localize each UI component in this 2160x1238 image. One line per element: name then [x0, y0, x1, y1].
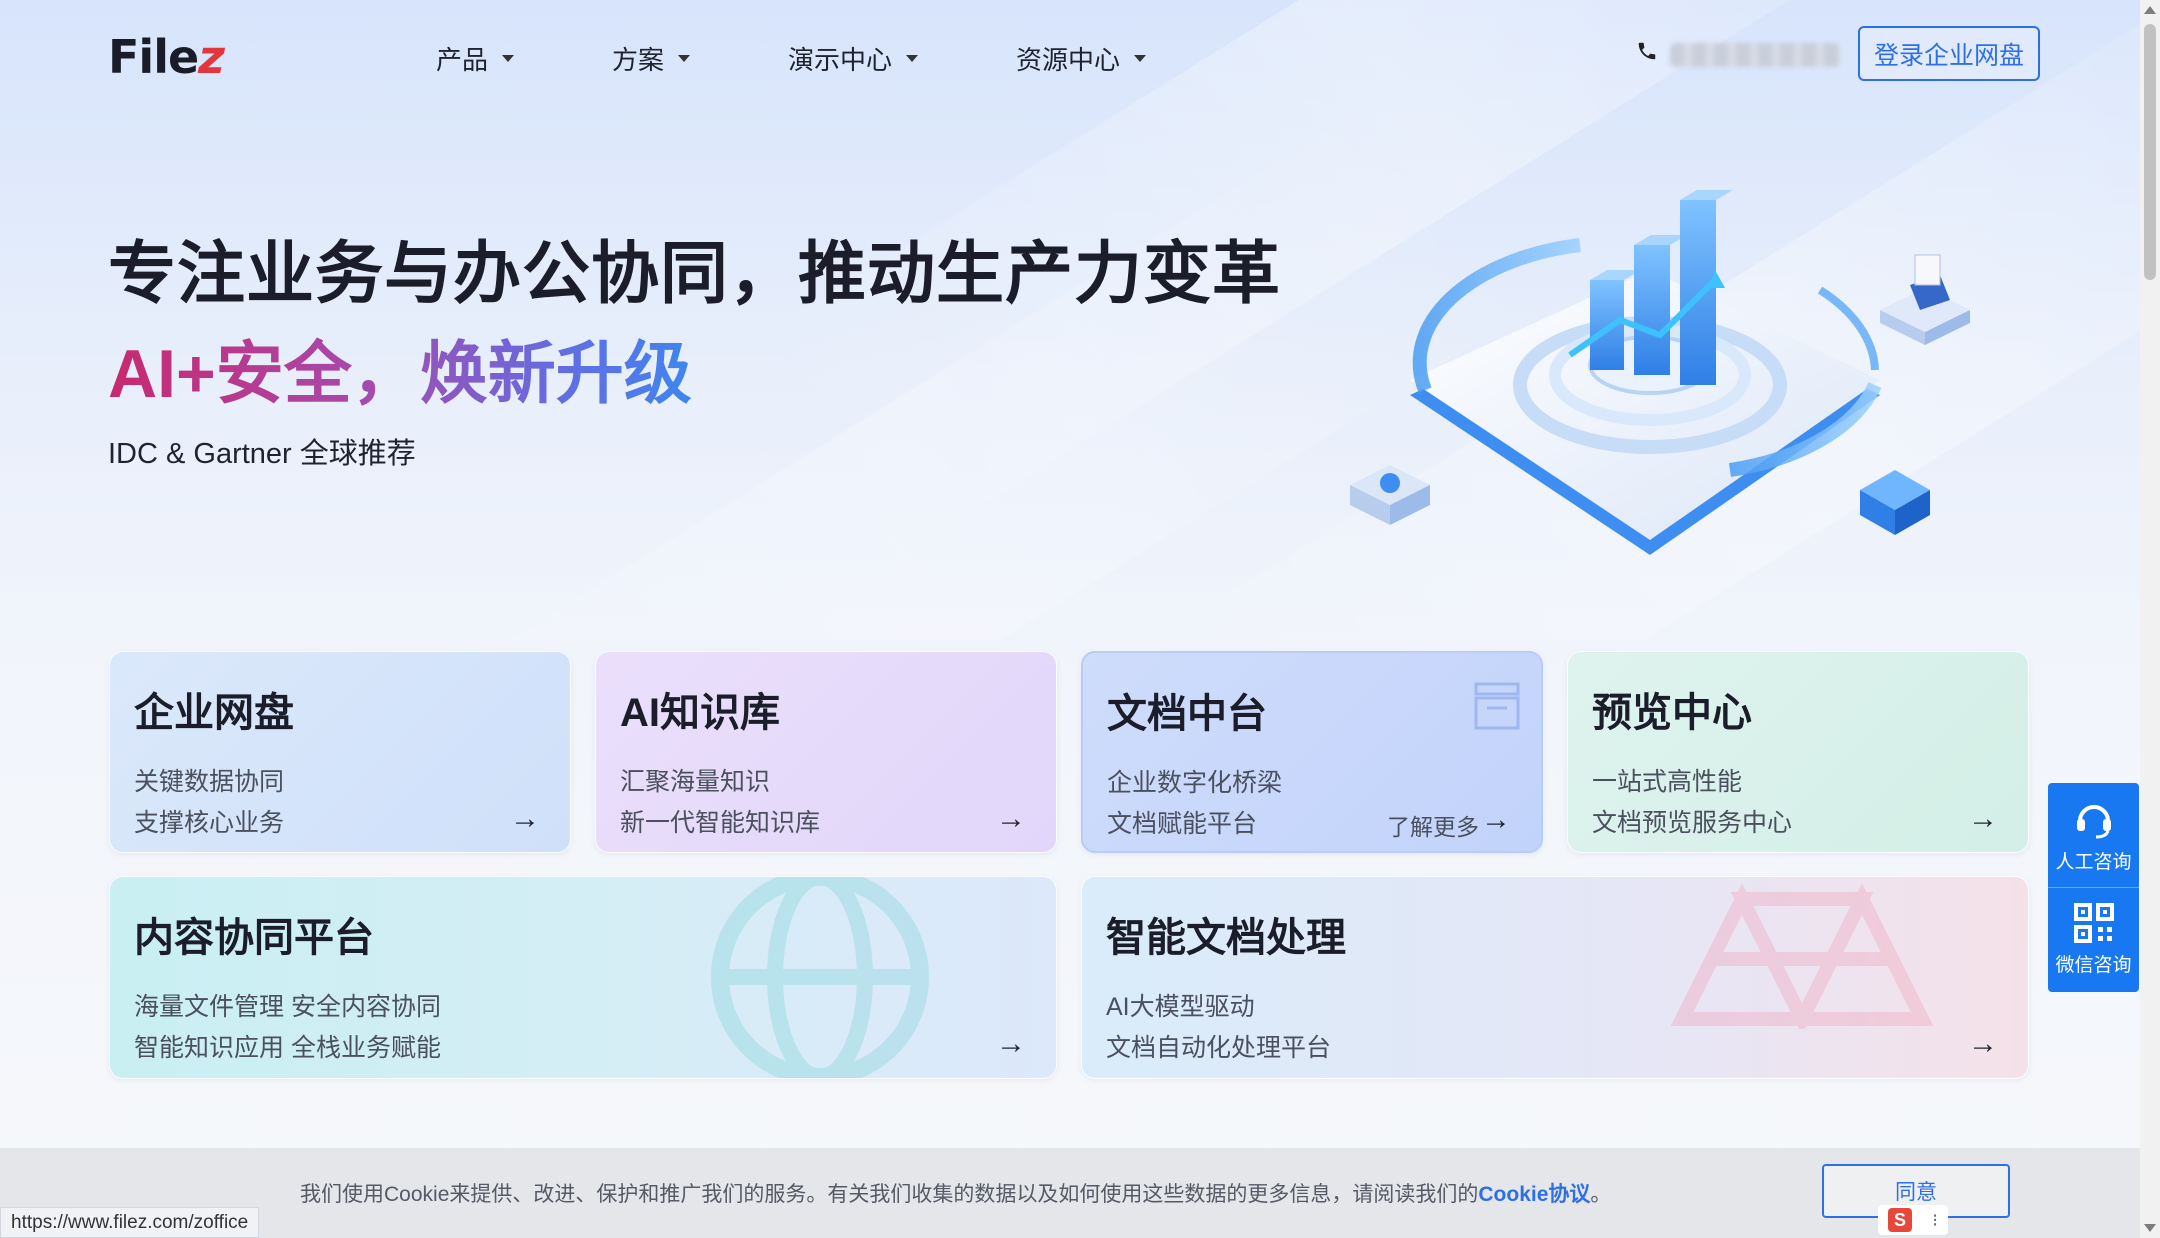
hero-note: IDC & Gartner 全球推荐 [108, 438, 416, 470]
card-intelligent-document-processing[interactable]: 智能文档处理 AI大模型驱动 文档自动化处理平台 → [1081, 876, 2029, 1079]
card-desc-line1: 海量文件管理 安全内容协同 [134, 993, 441, 1021]
status-bar-url: https://www.filez.com/zoffice [0, 1207, 260, 1238]
chevron-down-icon [678, 55, 691, 62]
cookie-banner: 我们使用Cookie来提供、改进、保护和推广我们的服务。有关我们收集的数据以及如… [0, 1148, 2140, 1238]
card-preview-center[interactable]: 预览中心 一站式高性能 文档预览服务中心 → [1567, 651, 2029, 853]
nav-label: 方案 [612, 45, 665, 75]
card-desc-line2: 文档自动化处理平台 [1106, 1034, 1332, 1062]
hero-subtitle: AI+安全，焕新升级 [108, 318, 692, 417]
chevron-down-icon [906, 55, 919, 62]
wechat-consult-button[interactable]: 微信咨询 [2048, 887, 2139, 991]
arrow-right-icon[interactable]: → [996, 1027, 1026, 1061]
card-title: AI知识库 [620, 691, 780, 735]
qr-code-icon [2073, 903, 2114, 943]
top-header: Filez 产品 方案 演示中心 资源中心 登录企业网盘 [0, 0, 2140, 115]
hero-title: 专注业务与办公协同，推动生产力变革 [108, 236, 1282, 312]
card-desc-line1: 汇聚海量知识 [620, 768, 771, 796]
nav-resource-center[interactable]: 资源中心 [1016, 40, 1147, 77]
human-consult-button[interactable]: 人工咨询 [2048, 783, 2139, 887]
card-desc-line1: 企业数字化桥梁 [1107, 769, 1283, 797]
chevron-down-icon [502, 55, 515, 62]
arrow-right-icon[interactable]: → [996, 802, 1026, 836]
page-scrollbar[interactable] [2140, 0, 2160, 1238]
cookie-notice-text: 我们使用Cookie来提供、改进、保护和推广我们的服务。有关我们收集的数据以及如… [300, 1183, 1612, 1206]
card-desc-line1: 关键数据协同 [134, 768, 285, 796]
card-title: 预览中心 [1592, 691, 1752, 735]
chevron-down-icon [1134, 55, 1147, 62]
main-nav: 产品 方案 演示中心 资源中心 [436, 40, 1147, 77]
card-title: 智能文档处理 [1106, 916, 1346, 960]
nav-label: 产品 [436, 45, 489, 75]
card-desc-line2: 支撑核心业务 [134, 809, 285, 837]
card-desc-line2: 新一代智能知识库 [620, 809, 821, 837]
card-desc-line1: 一站式高性能 [1592, 768, 1743, 796]
side-consult-panel: 人工咨询 微信咨询 [2048, 783, 2139, 992]
arrow-right-icon[interactable]: → [510, 802, 540, 836]
phone-contact[interactable] [1636, 40, 1840, 69]
card-title: 文档中台 [1107, 692, 1267, 736]
human-consult-label: 人工咨询 [2055, 851, 2132, 873]
arrow-right-icon[interactable]: → [1968, 802, 1998, 836]
wechat-consult-label: 微信咨询 [2055, 955, 2132, 976]
input-method-indicator[interactable]: S ⁝ [1878, 1205, 1948, 1235]
archive-box-icon [1474, 682, 1520, 730]
card-content-collaboration-platform[interactable]: 内容协同平台 海量文件管理 安全内容协同 智能知识应用 全栈业务赋能 → [109, 876, 1057, 1079]
card-desc-line2: 文档预览服务中心 [1592, 809, 1793, 837]
arrow-right-icon[interactable]: → [1968, 1027, 1998, 1061]
card-title: 内容协同平台 [134, 916, 374, 960]
headset-icon [2076, 804, 2111, 838]
filez-logo[interactable]: Filez [108, 30, 225, 84]
scroll-up-arrow-icon[interactable] [2144, 6, 2156, 14]
card-desc-line1: AI大模型驱动 [1106, 993, 1255, 1021]
learn-more-link[interactable]: 了解更多 [1387, 808, 1479, 842]
card-document-middle-platform[interactable]: 文档中台 企业数字化桥梁 文档赋能平台 了解更多 → [1081, 651, 1543, 853]
card-title: 企业网盘 [134, 691, 294, 735]
lattice-pattern-icon [1670, 883, 1934, 1029]
nav-label: 演示中心 [788, 45, 893, 75]
phone-icon [1636, 40, 1660, 69]
login-enterprise-drive-button[interactable]: 登录企业网盘 [1858, 26, 2040, 81]
card-desc-line2: 智能知识应用 全栈业务赋能 [134, 1034, 441, 1062]
globe-icon [711, 877, 929, 1078]
nav-label: 资源中心 [1016, 45, 1121, 75]
ime-dots-icon: ⁝ [1932, 1209, 1938, 1230]
scroll-down-arrow-icon[interactable] [2144, 1224, 2156, 1232]
nav-products[interactable]: 产品 [436, 40, 515, 77]
card-desc-line2: 文档赋能平台 [1107, 810, 1258, 838]
cookie-policy-link[interactable]: Cookie协议 [1478, 1183, 1590, 1206]
hero-illustration [1350, 190, 1970, 555]
sogou-ime-icon: S [1888, 1208, 1913, 1232]
card-ai-knowledge-base[interactable]: AI知识库 汇聚海量知识 新一代智能知识库 → [595, 651, 1057, 853]
nav-demo-center[interactable]: 演示中心 [788, 40, 919, 77]
arrow-right-icon[interactable]: → [1481, 803, 1511, 837]
phone-number-redacted [1670, 42, 1840, 67]
card-enterprise-drive[interactable]: 企业网盘 关键数据协同 支撑核心业务 → [109, 651, 571, 853]
scrollbar-thumb[interactable] [2144, 24, 2156, 280]
nav-solutions[interactable]: 方案 [612, 40, 691, 77]
